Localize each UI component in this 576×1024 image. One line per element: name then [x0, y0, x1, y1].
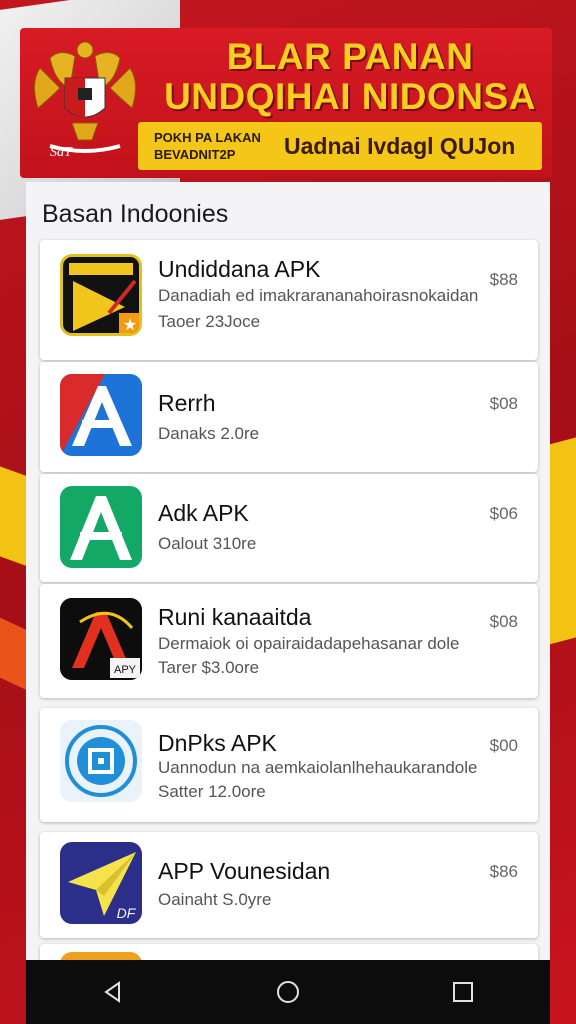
app-meta: Tarer $3.0ore: [158, 658, 260, 677]
app-card-adk[interactable]: Adk APK Oalout 310re $06: [40, 474, 538, 582]
app-description: Danadiah ed imakrarananahoirasnokaidan: [158, 286, 479, 305]
app-meta: Danaks 2.0re: [158, 424, 260, 443]
system-navigation-bar: [26, 960, 550, 1024]
app-card-undiddana[interactable]: ★ Undiddana APK Danadiah ed imakraranana…: [40, 240, 538, 360]
dnpks-app-icon: [60, 720, 142, 802]
app-list-panel: Basan Indoonies ★ Undiddana APK Danadiah…: [26, 182, 550, 962]
runi-app-icon: APY: [60, 598, 142, 680]
app-price: $00: [489, 736, 518, 755]
app-vounesidan-icon: DF: [60, 842, 142, 924]
app-name: Adk APK: [158, 500, 249, 526]
app-price: $08: [489, 394, 518, 413]
app-card-rerrh[interactable]: Rerrh Danaks 2.0re $08: [40, 362, 538, 472]
home-icon: [276, 981, 299, 1003]
rerrh-app-icon: [60, 374, 142, 456]
svg-text:APY: APY: [114, 664, 137, 676]
recents-icon: [452, 982, 473, 1002]
emblem-caption: SaT: [50, 145, 73, 160]
yellow-accent-right: [546, 434, 576, 646]
app-name: APP Vounesidan: [158, 858, 331, 884]
app-description: Dermaiok oi opairaidadapehasanar dole: [158, 634, 460, 653]
nav-recents-button[interactable]: [433, 962, 493, 1022]
svg-text:★: ★: [123, 317, 137, 334]
app-meta: Satter 12.0ore: [158, 782, 266, 801]
banner-small-line1: POKH PA LAKAN: [154, 130, 261, 145]
app-price: $06: [489, 504, 518, 523]
app-price: $08: [489, 612, 518, 631]
app-name: DnPks APK: [158, 730, 277, 756]
banner-big-text: Uadnai Ivdagl QUJon: [284, 132, 516, 159]
header-sub-banner: POKH PA LAKAN BEVADNIT2P Uadnai Ivdagl Q…: [138, 122, 542, 170]
app-meta: Taoer 23Joce: [158, 312, 261, 331]
app-description: Uannodun na aemkaiolanlhehaukarandole: [158, 758, 478, 777]
section-title: Basan Indoonies: [42, 200, 229, 228]
app-price: $86: [489, 862, 518, 881]
app-card-dnpks[interactable]: DnPks APK Uannodun na aemkaiolanlhehauka…: [40, 708, 538, 822]
app-meta: Oalout 310re: [158, 534, 257, 553]
banner-small-text: POKH PA LAKAN BEVADNIT2P: [138, 129, 278, 163]
nav-back-button[interactable]: [83, 962, 143, 1022]
svg-text:DF: DF: [117, 905, 137, 921]
header-banner: SaT BLAR PANAN UNDQIHAI NIDONSA POKH PA …: [20, 28, 552, 178]
app-meta: Oainaht S.0yre: [158, 890, 272, 909]
banner-small-line2: BEVADNIT2P: [154, 147, 236, 162]
header-title-line1: BLAR PANAN: [226, 36, 474, 77]
adk-app-icon: [60, 486, 142, 568]
app-price: $88: [489, 270, 518, 289]
back-icon: [104, 981, 121, 1003]
header-title-line2: UNDQIHAI NIDONSA: [164, 76, 536, 117]
app-name: Runi kanaaitda: [158, 604, 312, 630]
app-card-runi[interactable]: APY Runi kanaaitda Dermaiok oi opairaida…: [40, 584, 538, 698]
app-name: Rerrh: [158, 390, 216, 416]
nav-home-button[interactable]: [258, 962, 318, 1022]
undiddana-app-icon: ★: [60, 254, 142, 336]
app-card-app-vounesidan[interactable]: DF APP Vounesidan Oainaht S.0yre $86: [40, 832, 538, 938]
garuda-emblem-icon: SaT: [20, 28, 150, 178]
app-name: Undiddana APK: [158, 256, 321, 282]
